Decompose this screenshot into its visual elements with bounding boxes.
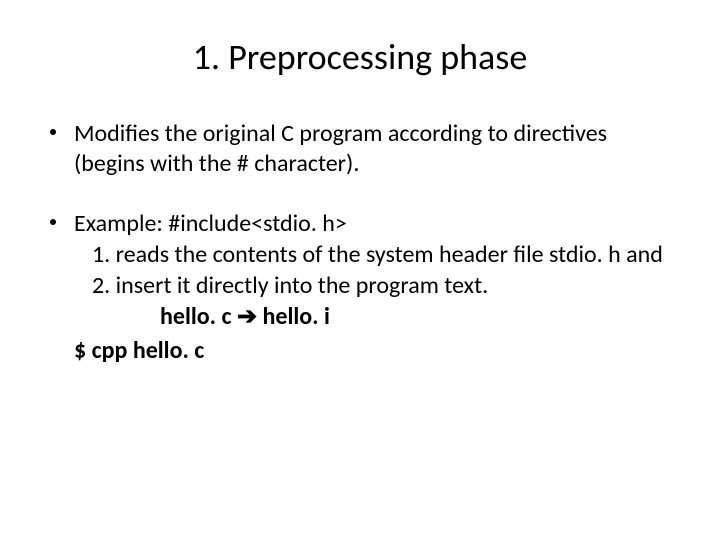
file-from: hello. c [160, 302, 232, 331]
sub-step-1: 1. reads the contents of the system head… [40, 239, 680, 270]
file-flow: hello. c ➔ hello. i [40, 301, 680, 332]
bullet-text-1: Modifies the original C program accordin… [74, 119, 680, 179]
bullet-dot-icon [50, 129, 56, 135]
slide-title: 1. Preprocessing phase [40, 35, 680, 79]
sub-step-2: 2. insert it directly into the program t… [40, 270, 680, 301]
file-to: hello. i [263, 302, 330, 331]
bullet-item-2: Example: #include<stdio. h> [40, 209, 680, 239]
command-line: $ cpp hello. c [74, 335, 680, 366]
bullet-text-2: Example: #include<stdio. h> [74, 209, 680, 239]
arrow-right-icon: ➔ [237, 301, 257, 332]
bullet-item-1: Modifies the original C program accordin… [40, 119, 680, 179]
bullet-dot-icon [50, 219, 56, 225]
